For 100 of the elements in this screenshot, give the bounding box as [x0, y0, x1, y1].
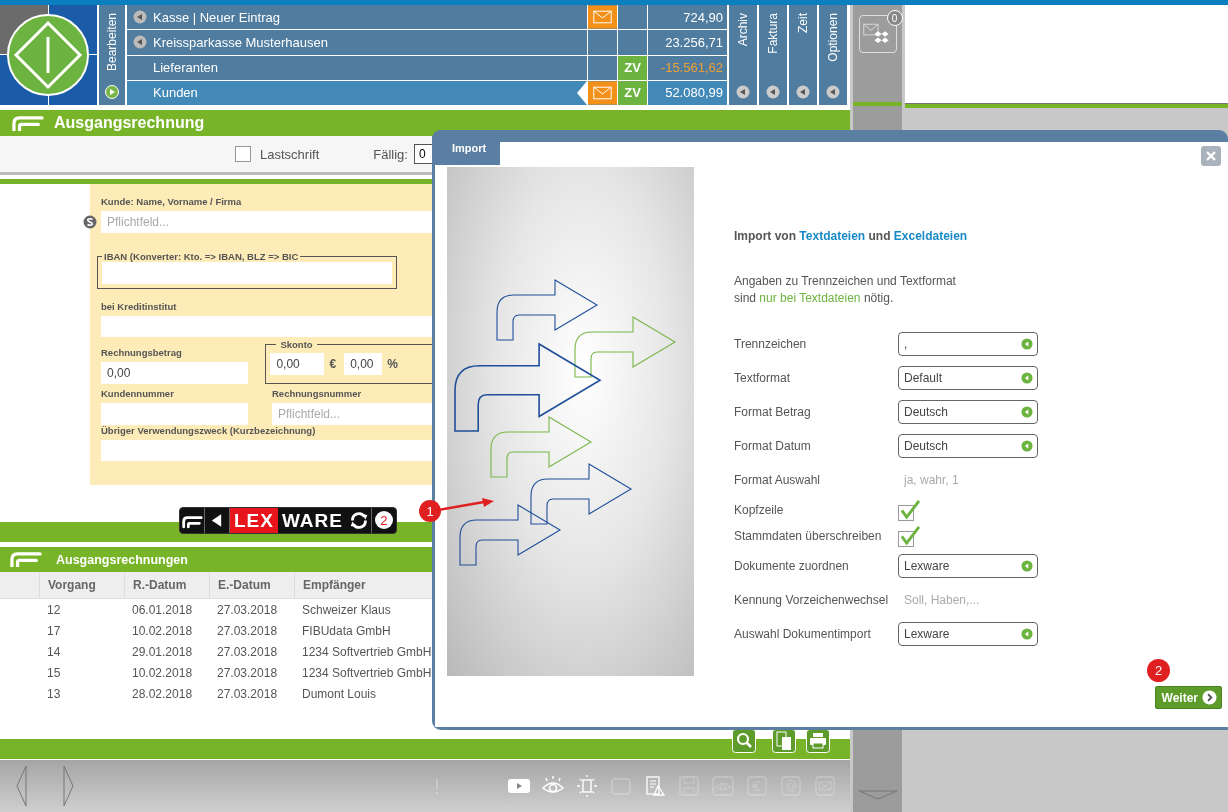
table-cell-text: 13: [46, 686, 62, 701]
unit-label: €: [329, 356, 337, 371]
table-cell-text: 10.02.2018: [131, 623, 194, 638]
side-tab[interactable]: Archiv: [729, 5, 757, 105]
input-field[interactable]: 0,00: [270, 352, 325, 375]
callout-badge: 2: [1147, 659, 1170, 682]
table-cell-text: 27.03.2018: [216, 665, 279, 680]
account-row[interactable]: Kreissparkasse Musterhausen 23.256,71: [127, 30, 727, 55]
column-header[interactable]: Empfänger: [294, 572, 430, 598]
checkbox[interactable]: [898, 499, 920, 521]
envelope-icon[interactable]: [588, 5, 617, 30]
input-field[interactable]: Pflichtfeld...: [272, 403, 432, 425]
column-header[interactable]: Vorgang: [39, 572, 124, 598]
zv-badge[interactable]: ZV: [618, 80, 647, 105]
table-cell-text: 1234 Softvertrieb GmbH: [301, 644, 430, 659]
checkbox[interactable]: [235, 146, 251, 162]
table-cell-text: Dumont Louis: [301, 686, 378, 701]
account-balance: 23.256,71: [665, 34, 723, 50]
table-cell-text: 27.03.2018: [216, 602, 279, 617]
edit-tab[interactable]: Bearbeiten: [99, 5, 125, 105]
document-type-icon[interactable]: [180, 508, 205, 533]
dialog-heading: Import von Textdateien und Exceldateien: [734, 229, 969, 243]
field-label: Kundennummer: [101, 388, 175, 399]
caret-icon: [1021, 440, 1033, 452]
count-badge[interactable]: 2: [374, 511, 393, 529]
s-badge-icon[interactable]: [83, 215, 97, 229]
document-type-icon: [10, 552, 42, 567]
dropdown[interactable]: Lexware: [898, 554, 1038, 578]
page-title: Ausgangsrechnung: [54, 114, 205, 132]
checkbox-label: Lastschrift: [260, 146, 320, 162]
caret-icon: [1021, 406, 1033, 418]
zv-badge[interactable]: ZV: [618, 55, 647, 80]
count-badge: 0: [886, 10, 903, 26]
search-icon[interactable]: [732, 729, 756, 753]
field-label: Kunde: Name, Vorname / Firma: [101, 196, 243, 207]
account-row[interactable]: Lieferanten ZV -15.561,62: [127, 55, 727, 80]
input-field[interactable]: Pflichtfeld...: [101, 211, 432, 233]
table-cell-text: 15: [46, 665, 62, 680]
table-cell-text: 06.01.2018: [131, 602, 194, 617]
field-label: bei Kreditinstitut: [101, 301, 178, 312]
column-header[interactable]: R.-Datum: [124, 572, 209, 598]
print-icon[interactable]: [806, 729, 830, 753]
input-field[interactable]: [101, 316, 432, 337]
input-field[interactable]: [101, 403, 248, 425]
arrow-left-icon: [133, 35, 147, 50]
callout-badge: 1: [419, 500, 441, 522]
setting-label: Kennung Vorzeichenwechsel: [734, 593, 890, 607]
next-button[interactable]: Weiter: [1154, 686, 1222, 709]
copy-icon[interactable]: [772, 729, 796, 753]
chevron-right-icon: [1202, 690, 1217, 705]
setting-label: Stammdaten überschreiben: [734, 529, 883, 543]
caret-icon: [1021, 628, 1033, 640]
side-tab[interactable]: Optionen: [819, 5, 847, 105]
document-type-icon: [12, 115, 44, 131]
info-text: Angaben zu Trennzeichen und Textformat sind nur bei Textdateien nötig.: [734, 273, 957, 307]
input-field[interactable]: 0,00: [344, 352, 383, 375]
setting-label: Kopfzeile: [734, 503, 785, 517]
unit-label: %: [387, 356, 398, 371]
field-label: Übriger Verwendungszweck (Kurzbezeichnung): [101, 425, 317, 436]
setting-label: Format Datum: [734, 439, 812, 453]
group-legend: Skonto: [276, 339, 317, 350]
caret-icon: [1021, 338, 1033, 350]
setting-label: Trennzeichen: [734, 337, 808, 351]
down-arrow-icon[interactable]: [857, 790, 898, 800]
checklist-warning-icon[interactable]: [643, 774, 667, 798]
caret-icon: [1021, 372, 1033, 384]
dropdown[interactable]: Deutsch: [898, 400, 1038, 424]
account-name: Kunden: [153, 85, 198, 101]
table-cell-text: 27.03.2018: [216, 623, 279, 638]
side-tab[interactable]: Faktura: [759, 5, 787, 105]
side-tab[interactable]: Zeit: [789, 5, 817, 105]
envelope-icon[interactable]: [588, 80, 617, 105]
dropdown[interactable]: ,: [898, 332, 1038, 356]
arrow-left-icon: [826, 85, 840, 99]
close-button[interactable]: [1201, 146, 1221, 166]
table-cell-text: 28.02.2018: [131, 686, 194, 701]
account-row[interactable]: Kasse | Neuer Eintrag 724,90: [127, 5, 727, 30]
arrow-left-icon: [133, 10, 147, 25]
document-rays-icon[interactable]: [575, 774, 599, 798]
input-field[interactable]: 0,00: [101, 362, 248, 384]
field-label: Fällig:: [373, 146, 408, 162]
table-cell-text: 14: [46, 644, 62, 659]
group-legend: IBAN (Konverter: Kto. => IBAN, BLZ => BIC: [102, 251, 301, 262]
account-balance: -15.561,62: [660, 60, 723, 76]
input-field[interactable]: [102, 262, 392, 284]
dialog-tab[interactable]: Import: [432, 130, 500, 165]
setting-label: Dokumente zuordnen: [734, 559, 850, 573]
table-cell-text: 12: [46, 602, 62, 617]
caret-icon: [1021, 560, 1033, 572]
setting-label: Format Betrag: [734, 405, 812, 419]
arrow-left-icon: [736, 85, 750, 99]
dropdown[interactable]: Lexware: [898, 622, 1038, 646]
account-row[interactable]: Kunden ZV 52.080,99: [127, 80, 727, 105]
checkbox[interactable]: [898, 525, 920, 547]
dropdown[interactable]: Default: [898, 366, 1038, 390]
logo-icon[interactable]: [0, 5, 97, 105]
account-balance: 724,90: [683, 9, 723, 25]
column-header[interactable]: E.-Datum: [209, 572, 294, 598]
dropdown[interactable]: Deutsch: [898, 434, 1038, 458]
input-field[interactable]: [101, 440, 432, 461]
